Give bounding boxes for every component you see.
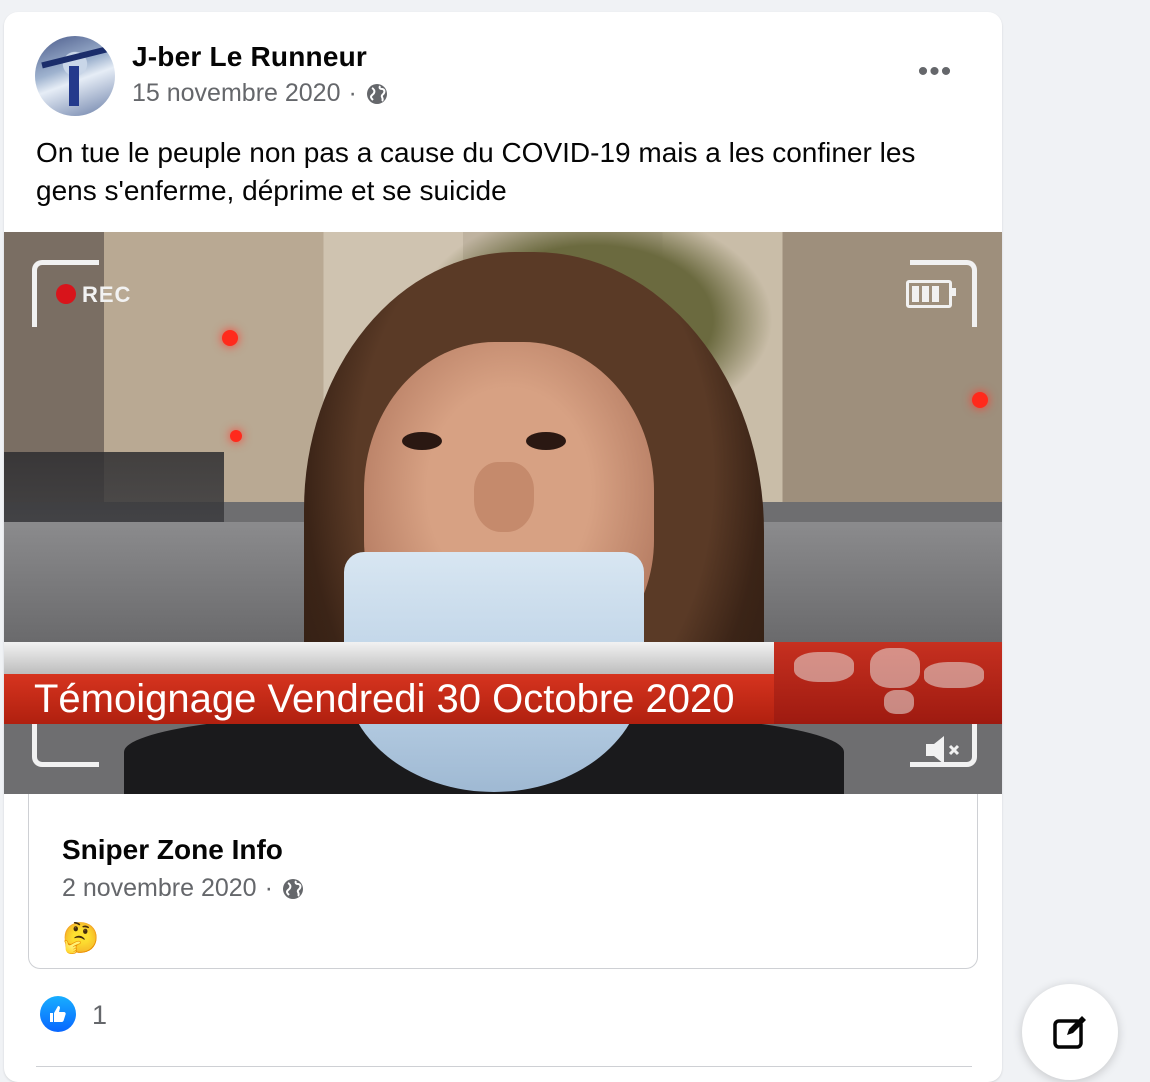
- shared-post-author[interactable]: Sniper Zone Info: [62, 834, 283, 866]
- post-card: J-ber Le Runneur 15 novembre 2020 · ••• …: [4, 12, 1002, 1082]
- post-date[interactable]: 15 novembre 2020: [132, 79, 340, 108]
- meta-separator: ·: [348, 79, 357, 107]
- compose-button[interactable]: [1022, 984, 1118, 1080]
- battery-icon: [906, 280, 956, 308]
- more-options-button[interactable]: •••: [910, 54, 960, 90]
- reaction-count[interactable]: 1: [92, 1000, 107, 1031]
- divider: [36, 1066, 972, 1067]
- post-author-name[interactable]: J-ber Le Runneur: [132, 41, 367, 73]
- shared-post[interactable]: Sniper Zone Info 2 novembre 2020 · 🤔: [28, 794, 978, 969]
- edit-icon: [1053, 1016, 1086, 1049]
- meta-separator: ·: [264, 874, 273, 902]
- shared-post-meta: 2 novembre 2020 ·: [62, 874, 305, 903]
- thinking-emoji: 🤔: [62, 922, 100, 955]
- viewfinder-corner: [32, 260, 99, 327]
- post-text: On tue le peuple non pas a cause du COVI…: [36, 137, 916, 206]
- world-map-graphic: [774, 642, 1002, 724]
- post-meta: 15 novembre 2020 ·: [132, 79, 389, 108]
- like-icon[interactable]: [40, 996, 76, 1032]
- globe-icon: [282, 878, 303, 899]
- news-ticker: Témoignage Vendredi 30 Octobre 2020: [4, 674, 774, 724]
- video-player[interactable]: REC Témoignage Vendredi 30 Octobre 2020: [4, 232, 1002, 794]
- ticker-text: Témoignage Vendredi 30 Octobre 2020: [34, 676, 735, 721]
- globe-icon: [366, 83, 387, 104]
- mute-icon[interactable]: [922, 732, 962, 768]
- author-avatar[interactable]: [35, 36, 115, 116]
- shared-post-date[interactable]: 2 novembre 2020: [62, 874, 257, 903]
